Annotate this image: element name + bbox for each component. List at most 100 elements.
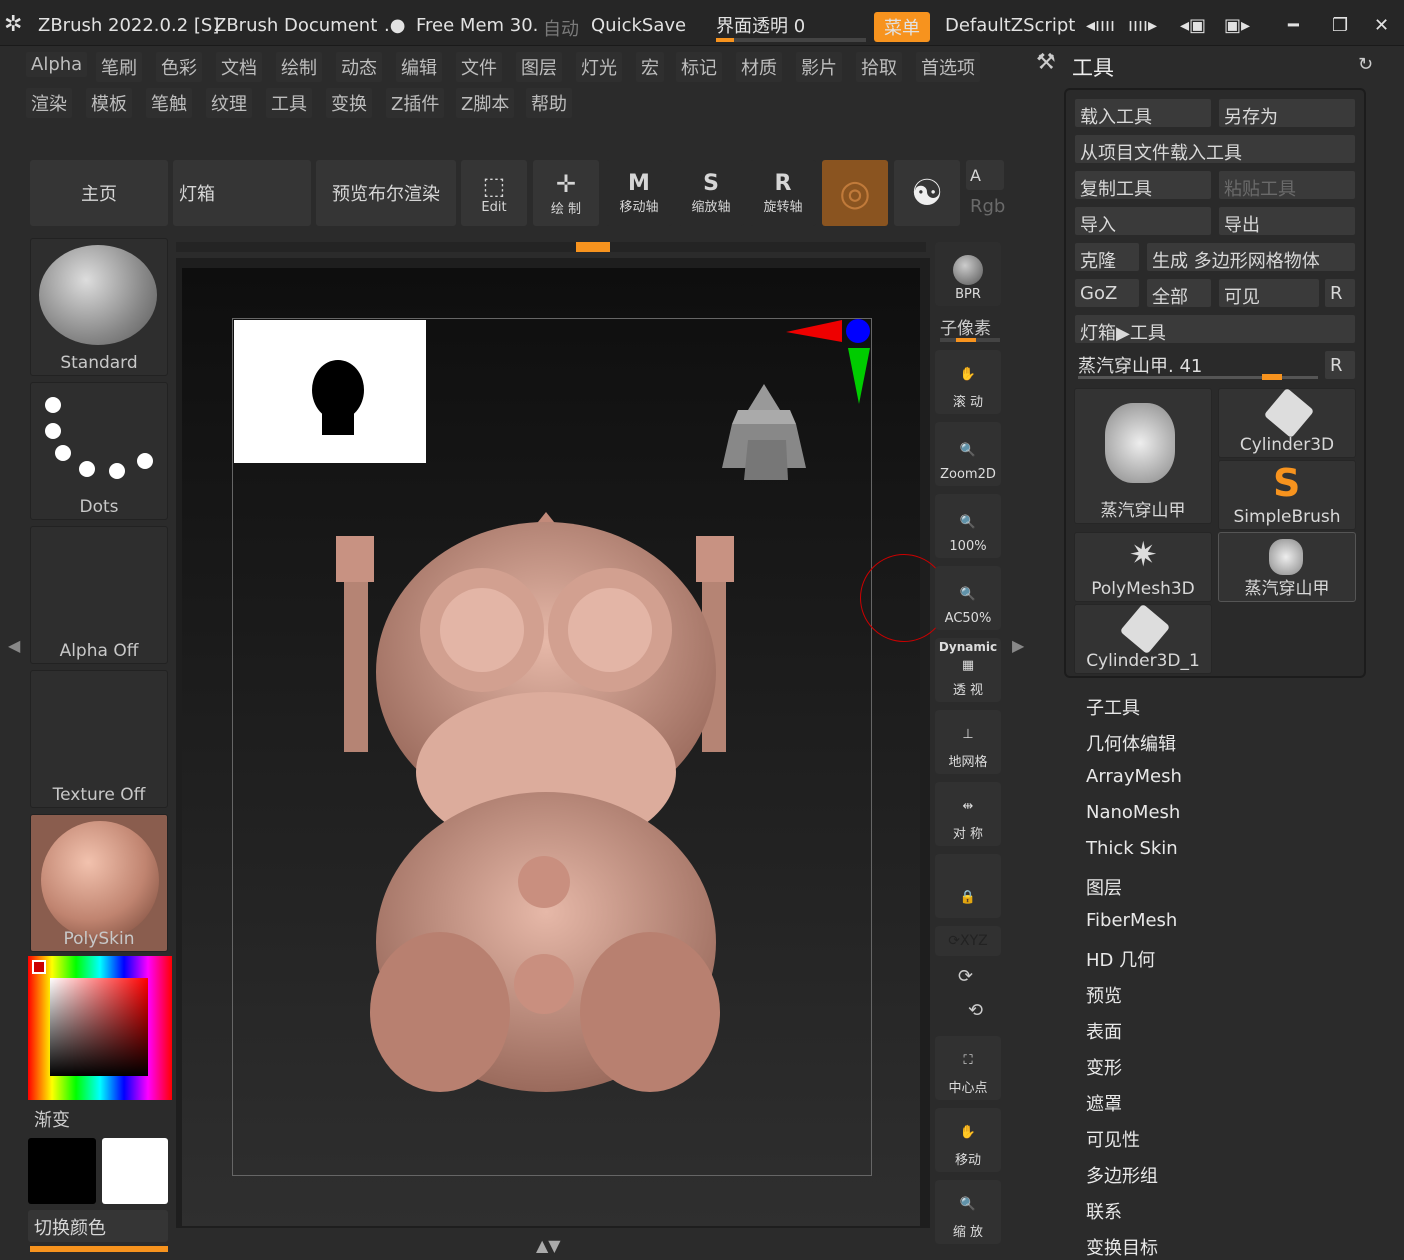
texture-tile[interactable]: Texture Off [30,670,168,808]
load-tool-button[interactable]: 载入工具 [1074,98,1212,128]
edit-button[interactable]: ⬚ Edit [461,160,527,226]
layout2-icon[interactable]: ▣▸ [1224,15,1250,36]
subpalette-item[interactable]: 联系 [1086,1198,1122,1224]
subpalette-item[interactable]: 预览 [1086,982,1122,1008]
import-button[interactable]: 导入 [1074,206,1212,236]
lock-camera-button[interactable]: 🔒 [935,854,1001,918]
solo-button[interactable]: ☯ [894,160,960,226]
default-zscript-button[interactable]: DefaultZScript [945,15,1075,36]
menu-item[interactable]: 文件 [456,52,502,82]
rotate-y-icon[interactable]: ⟳ [958,966,973,987]
pangolin-model[interactable] [330,512,770,1112]
switch-color-button[interactable]: 切换颜色 [28,1210,168,1242]
color-square[interactable] [50,978,148,1076]
menu-item[interactable]: 图层 [516,52,562,82]
ac50-button[interactable]: 🔍 AC50% [935,566,1001,630]
viewport[interactable] [182,268,948,1226]
color-picker[interactable] [28,956,172,1100]
preview-bpr-button[interactable]: 预览布尔渲染 [316,160,456,226]
perspective-button[interactable]: Dynamic ▦ 透 视 [935,638,1001,702]
tool-thumb-cylinder3d-1[interactable]: Cylinder3D_1 [1074,603,1212,674]
move-axis-button[interactable]: M 移动轴 [606,160,672,226]
menu-item[interactable]: 灯光 [576,52,622,82]
alpha-tile[interactable]: Alpha Off [30,526,168,664]
clone-button[interactable]: 克隆 [1074,242,1140,272]
lightbox-button[interactable]: 灯箱 [173,160,311,226]
subpalette-item[interactable]: 可见性 [1086,1126,1140,1152]
copy-tool-button[interactable]: 复制工具 [1074,170,1212,200]
left-tray-toggle-icon[interactable]: ◀ [8,636,20,655]
subpalette-item[interactable]: NanoMesh [1086,802,1180,823]
subpalette-item[interactable]: Thick Skin [1086,838,1178,859]
save-as-button[interactable]: 另存为 [1218,98,1356,128]
goz-button[interactable]: GoZ [1074,278,1140,308]
goz-all-button[interactable]: 全部 [1146,278,1212,308]
brush-standard-tile[interactable]: Standard [30,238,168,376]
menu-item[interactable]: 帮助 [526,88,572,118]
menu-item[interactable]: 变换 [326,88,372,118]
xyz-rotate-button[interactable]: ⟳ XYZ [935,926,1001,956]
layout-icon[interactable]: ◂▣ [1180,15,1206,36]
menu-item[interactable]: 宏 [636,52,664,82]
gradient-label[interactable]: 渐变 [34,1106,70,1132]
scale-view-button[interactable]: 🔍 缩 放 [935,1180,1001,1244]
menu-item[interactable]: 材质 [736,52,782,82]
frame-center-button[interactable]: ⛶ 中心点 [935,1036,1001,1100]
menu-item[interactable]: 绘制 [276,52,322,82]
move-view-button[interactable]: ✋ 移动 [935,1108,1001,1172]
menu-item[interactable]: Z插件 [386,88,445,118]
current-tool-slider[interactable]: 蒸汽穿山甲. 41 [1078,352,1202,378]
lightbox-tool-button[interactable]: 灯箱▶工具 [1074,314,1356,344]
close-icon[interactable]: ✕ [1374,15,1389,36]
transparency-slider[interactable]: 界面透明 0 [716,12,805,38]
menu-item[interactable]: 标记 [676,52,722,82]
menu-item[interactable]: 拾取 [856,52,902,82]
restore-icon[interactable]: ❐ [1332,15,1348,36]
subpalette-item[interactable]: 遮罩 [1086,1090,1122,1116]
draw-button[interactable]: ✛ 绘 制 [533,160,599,226]
menu-button[interactable]: 菜单 [874,12,930,42]
scale-axis-button[interactable]: S 缩放轴 [678,160,744,226]
actual-size-button[interactable]: 🔍 100% [935,494,1001,558]
tool-palette-title[interactable]: 工具 [1072,52,1114,82]
export-button[interactable]: 导出 [1218,206,1356,236]
subpalette-item[interactable]: 多边形组 [1086,1162,1158,1188]
subpalette-item[interactable]: HD 几何 [1086,946,1155,972]
material-tile[interactable]: PolySkin [30,814,168,952]
subpalette-item[interactable]: 子工具 [1086,694,1140,720]
floor-grid-button[interactable]: ⊥ 地网格 [935,710,1001,774]
tool-thumb-polymesh3d[interactable]: ✷ PolyMesh3D [1074,532,1212,602]
minimize-icon[interactable]: ━ [1288,15,1299,36]
tool-thumb-pangolin-2[interactable]: 蒸汽穿山甲 [1218,532,1356,602]
alpha-mode-button[interactable]: A [966,160,1004,190]
subpalette-item[interactable]: 变形 [1086,1054,1122,1080]
menu-item[interactable]: 色彩 [156,52,202,82]
subpixel-slider[interactable] [940,338,1000,342]
palette-reset-icon[interactable]: ↻ [1358,54,1373,75]
make-polymesh-button[interactable]: 生成 多边形网格物体 [1146,242,1356,272]
goz-visible-button[interactable]: 可见 [1218,278,1320,308]
load-from-project-button[interactable]: 从项目文件载入工具 [1074,134,1356,164]
tray-left-icon[interactable]: ◂ıııı [1086,15,1115,36]
menu-item[interactable]: 工具 [266,88,312,118]
scroll-button[interactable]: ✋ 滚 动 [935,350,1001,414]
menu-item[interactable]: 模板 [86,88,132,118]
goz-r-button[interactable]: R [1324,278,1356,308]
subpalette-item[interactable]: 图层 [1086,874,1122,900]
menu-item[interactable]: 文档 [216,52,262,82]
material-sphere-button[interactable]: ◎ [822,160,888,226]
secondary-color-swatch[interactable] [102,1138,168,1204]
stroke-dots-tile[interactable]: Dots [30,382,168,520]
subpalette-item[interactable]: FiberMesh [1086,910,1177,931]
subpalette-item[interactable]: 变换目标 [1086,1234,1158,1260]
navigator-thumbnail[interactable] [234,320,426,463]
subpixel-label[interactable]: 子像素 [940,314,991,339]
rotate-z-icon[interactable]: ⟲ [968,1000,983,1021]
subpalette-item[interactable]: 几何体编辑 [1086,730,1176,756]
tool-r-button[interactable]: R [1324,350,1356,380]
subpalette-item[interactable]: ArrayMesh [1086,766,1182,787]
rotate-axis-button[interactable]: R 旋转轴 [750,160,816,226]
menu-item[interactable]: 笔触 [146,88,192,118]
zoom2d-button[interactable]: 🔍 Zoom2D [935,422,1001,486]
menu-item[interactable]: 笔刷 [96,52,142,82]
